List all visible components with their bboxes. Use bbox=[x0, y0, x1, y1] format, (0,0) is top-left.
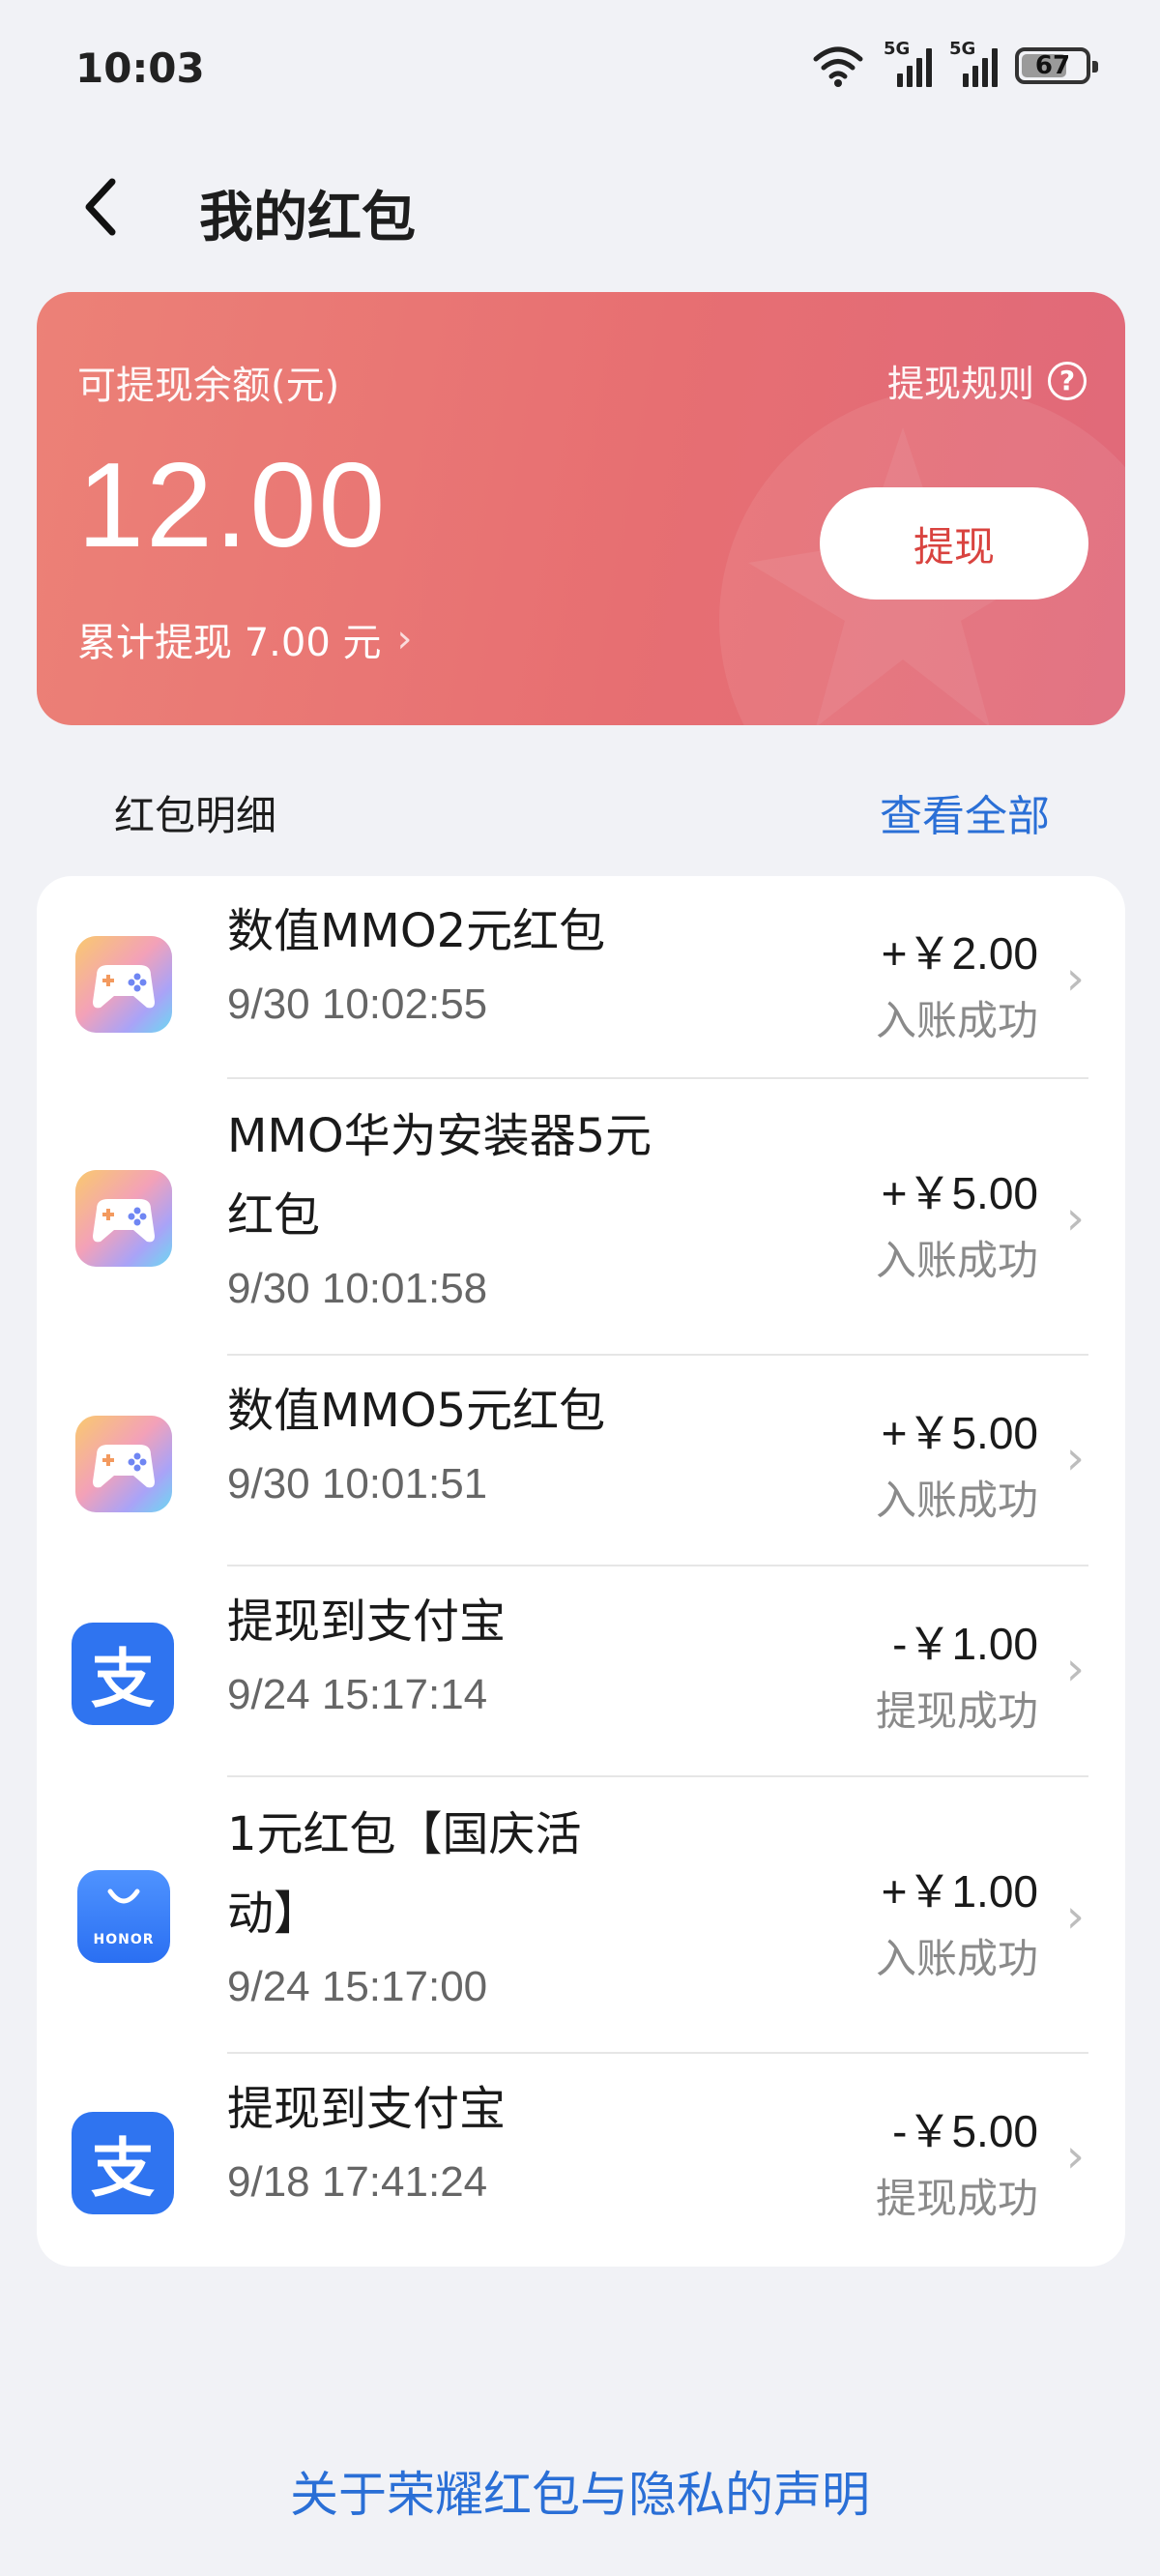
item-status: 提现成功 bbox=[875, 2175, 1038, 2222]
alipay-icon: 支 bbox=[72, 2112, 174, 2214]
list-item[interactable]: 支 提现到支付宝 9/18 17:41:24 -￥5.00 提现成功 › bbox=[37, 2054, 1125, 2267]
item-time: 9/24 15:17:00 bbox=[227, 1963, 488, 2010]
wifi-icon bbox=[813, 46, 863, 87]
withdraw-rules-label: 提现规则 bbox=[886, 363, 1034, 405]
cell-signal-2-icon: 5G bbox=[949, 39, 998, 87]
section-title: 红包明细 bbox=[114, 792, 277, 839]
page-title: 我的红包 bbox=[199, 187, 416, 249]
shopping-bag-icon bbox=[107, 1888, 140, 1904]
item-texts: 提现到支付宝 9/24 15:17:14 bbox=[227, 1582, 835, 1729]
chevron-right-icon: › bbox=[1065, 951, 1085, 1006]
list-item[interactable]: MMO华为安装器5元 红包 9/30 10:01:58 +￥5.00 入账成功 … bbox=[37, 1079, 1125, 1356]
item-status: 入账成功 bbox=[875, 997, 1038, 1044]
cell-signal-1-icon: 5G bbox=[884, 39, 932, 87]
alipay-glyph: 支 bbox=[91, 2131, 155, 2206]
item-amount: -￥5.00 bbox=[892, 2106, 1038, 2156]
item-name: 提现到支付宝 bbox=[227, 1595, 507, 1649]
item-texts: 数值MMO2元红包 9/30 10:02:55 bbox=[227, 892, 835, 1039]
item-name: 数值MMO5元红包 bbox=[227, 1384, 606, 1438]
item-time: 9/24 15:17:14 bbox=[227, 1671, 488, 1718]
item-time: 9/30 10:01:58 bbox=[227, 1265, 488, 1312]
status-bar: 10:03 5G 5G 67 bbox=[0, 0, 1160, 145]
item-status: 入账成功 bbox=[875, 1477, 1038, 1524]
honor-label: HONOR bbox=[93, 1932, 155, 1947]
chevron-right-icon: › bbox=[1065, 1889, 1085, 1944]
total-withdrawn-link[interactable]: 累计提现 7.00 元 › bbox=[77, 611, 413, 667]
withdrawable-balance-label: 可提现余额(元) bbox=[77, 364, 340, 408]
battery-icon: 67 bbox=[1015, 47, 1098, 84]
view-all-link[interactable]: 查看全部 bbox=[880, 781, 1050, 843]
item-amount: +￥5.00 bbox=[881, 1408, 1038, 1458]
list-item[interactable]: HONOR 1元红包【国庆活 动】 9/24 15:17:00 +￥1.00 入… bbox=[37, 1777, 1125, 2054]
back-button[interactable] bbox=[81, 172, 139, 242]
item-texts: 数值MMO5元红包 9/30 10:01:51 bbox=[227, 1371, 835, 1518]
signal-1-label: 5G bbox=[884, 39, 911, 59]
status-icons: 5G 5G 67 bbox=[810, 39, 1098, 91]
item-name: 提现到支付宝 bbox=[227, 2082, 507, 2136]
item-name-line1: 1元红包【国庆活 bbox=[227, 1807, 582, 1861]
alipay-icon: 支 bbox=[72, 1623, 174, 1725]
chevron-right-icon: › bbox=[1065, 1642, 1085, 1696]
item-amount: -￥1.00 bbox=[892, 1619, 1038, 1669]
list-item[interactable]: 数值MMO2元红包 9/30 10:02:55 +￥2.00 入账成功 › bbox=[37, 876, 1125, 1079]
withdraw-rules-link[interactable]: 提现规则 ? bbox=[887, 354, 1087, 407]
item-name: 数值MMO2元红包 bbox=[227, 904, 606, 958]
item-time: 9/30 10:02:55 bbox=[227, 981, 488, 1028]
game-controller-icon bbox=[75, 936, 172, 1033]
item-time: 9/30 10:01:51 bbox=[227, 1460, 488, 1508]
total-withdrawn-text: 累计提现 7.00 元 bbox=[77, 621, 382, 665]
item-status: 提现成功 bbox=[875, 1687, 1038, 1735]
chevron-left-icon bbox=[85, 178, 116, 236]
game-controller-icon bbox=[75, 1416, 172, 1512]
privacy-statement-link[interactable]: 关于荣耀红包与隐私的声明 bbox=[0, 2456, 1160, 2526]
list-item[interactable]: 数值MMO5元红包 9/30 10:01:51 +￥5.00 入账成功 › bbox=[37, 1356, 1125, 1566]
item-name-line2: 动】 bbox=[227, 1887, 321, 1941]
chevron-right-icon: › bbox=[1065, 2129, 1085, 2183]
alipay-glyph: 支 bbox=[91, 1642, 155, 1716]
game-controller-icon bbox=[75, 1170, 172, 1267]
chevron-right-icon: › bbox=[1065, 1191, 1085, 1245]
item-texts: 1元红包【国庆活 动】 9/24 15:17:00 bbox=[227, 1795, 835, 2021]
battery-level: 67 bbox=[1034, 51, 1071, 80]
item-amount: +￥1.00 bbox=[881, 1866, 1038, 1917]
withdraw-button[interactable]: 提现 bbox=[820, 487, 1088, 600]
status-time: 10:03 bbox=[75, 44, 205, 92]
item-amount: +￥5.00 bbox=[881, 1168, 1038, 1218]
balance-card: 可提现余额(元) 提现规则 ? 12.00 提现 累计提现 7.00 元 › bbox=[37, 292, 1125, 725]
item-time: 9/18 17:41:24 bbox=[227, 2158, 488, 2206]
list-item[interactable]: 支 提现到支付宝 9/24 15:17:14 -￥1.00 提现成功 › bbox=[37, 1566, 1125, 1777]
item-name-line2: 红包 bbox=[227, 1188, 321, 1243]
honor-icon: HONOR bbox=[77, 1870, 170, 1963]
chevron-right-icon: › bbox=[1065, 1431, 1085, 1485]
item-name-line1: MMO华为安装器5元 bbox=[227, 1109, 652, 1163]
question-icon: ? bbox=[1048, 361, 1087, 400]
chevron-right-icon: › bbox=[396, 617, 413, 661]
item-status: 入账成功 bbox=[875, 1237, 1038, 1284]
transaction-list: 数值MMO2元红包 9/30 10:02:55 +￥2.00 入账成功 › MM… bbox=[37, 876, 1125, 2267]
item-texts: 提现到支付宝 9/18 17:41:24 bbox=[227, 2069, 835, 2216]
balance-amount: 12.00 bbox=[77, 439, 388, 572]
red-packet-page: 10:03 5G 5G 67 我的红包 可提现余额(元) 提现规则 ? 12.0… bbox=[0, 0, 1160, 2576]
item-texts: MMO华为安装器5元 红包 9/30 10:01:58 bbox=[227, 1097, 835, 1323]
signal-2-label: 5G bbox=[949, 39, 976, 59]
item-status: 入账成功 bbox=[875, 1935, 1038, 1982]
item-amount: +￥2.00 bbox=[881, 928, 1038, 979]
